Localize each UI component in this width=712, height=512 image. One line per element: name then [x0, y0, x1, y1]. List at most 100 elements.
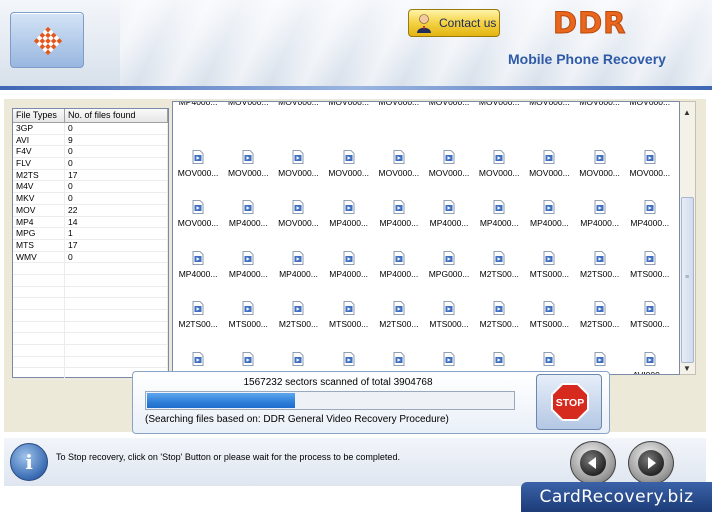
file-name: MTS000... [630, 268, 670, 279]
file-item[interactable]: MTS000... [524, 299, 574, 350]
video-file-icon [493, 301, 505, 315]
file-item[interactable]: MTS000... [625, 299, 675, 350]
file-item[interactable]: MOV000... [575, 148, 625, 199]
file-item[interactable]: MP4000... [223, 249, 273, 300]
file-item[interactable]: MOV000... [424, 102, 474, 148]
file-item[interactable]: M2TS00... [273, 299, 323, 350]
table-header: File Types No. of files found [13, 109, 168, 123]
file-item[interactable]: MP4000... [424, 198, 474, 249]
file-item[interactable]: MP4000... [625, 198, 675, 249]
file-item[interactable]: MP4000... [324, 198, 374, 249]
file-name: AVI000... [632, 369, 667, 375]
file-item[interactable]: MP4000... [374, 198, 424, 249]
file-name: M2TS00... [479, 268, 519, 279]
file-item[interactable]: MOV000... [173, 198, 223, 249]
file-item[interactable]: MOV000... [223, 101, 273, 148]
file-item[interactable]: MOV000... [223, 148, 273, 199]
file-item[interactable]: MTS000... [424, 299, 474, 350]
file-item[interactable]: MOV000... [625, 148, 675, 199]
file-item[interactable]: MOV000... [324, 101, 374, 148]
video-file-icon [242, 351, 254, 366]
file-name: MTS000... [429, 319, 469, 329]
checker-logo-icon [34, 27, 62, 55]
info-icon[interactable]: i [10, 443, 48, 481]
video-file-icon [343, 301, 355, 315]
back-button[interactable] [570, 441, 616, 485]
file-item[interactable]: MP4000... [173, 102, 223, 148]
file-item[interactable]: MOV000... [273, 101, 323, 148]
table-row[interactable]: FLV 0 [13, 158, 168, 170]
file-item[interactable]: MP4000... [374, 249, 424, 300]
found-files-view[interactable]: MP4000... MOV000... MOV000... MOV000... MOV0… [172, 101, 680, 375]
file-item[interactable]: MP4000... [273, 249, 323, 300]
video-file-icon [443, 351, 455, 366]
table-row[interactable]: MKV 0 [13, 193, 168, 205]
file-item[interactable]: MP4000... [474, 198, 524, 249]
files-found-cell: 0 [65, 146, 168, 158]
file-item[interactable]: MOV000... [474, 148, 524, 199]
stop-button[interactable]: STOP [536, 374, 602, 430]
file-item[interactable]: MTS000... [223, 299, 273, 350]
file-item[interactable]: AVI000... [625, 350, 675, 375]
empty-table-row [13, 321, 168, 334]
header: Contact us DDR Mobile Phone Recovery [0, 0, 712, 90]
file-item[interactable]: MTS000... [524, 249, 574, 300]
table-row[interactable]: AVI 9 [13, 134, 168, 147]
file-item[interactable]: MOV000... [273, 148, 323, 199]
file-item[interactable]: M2TS00... [173, 299, 223, 350]
file-item[interactable]: MOV000... [424, 148, 474, 199]
file-item[interactable]: M2TS00... [374, 299, 424, 350]
table-row[interactable]: WMV 0 [13, 251, 168, 264]
scroll-thumb[interactable]: ≡ [681, 197, 694, 363]
file-item[interactable]: MTS000... [324, 299, 374, 350]
stop-label: STOP [556, 397, 584, 409]
file-item[interactable]: MOV000... [374, 102, 424, 148]
file-item[interactable]: MOV000... [575, 101, 625, 148]
file-item[interactable]: MP4000... [575, 198, 625, 249]
file-item[interactable]: MOV000... [524, 102, 574, 148]
scroll-down-icon[interactable]: ▼ [683, 364, 691, 373]
file-item[interactable]: MOV000... [625, 102, 675, 148]
table-row[interactable]: M2TS 17 [13, 169, 168, 182]
table-row[interactable]: F4V 0 [13, 146, 168, 159]
file-item[interactable]: MPG000... [424, 249, 474, 300]
file-name: MOV000... [227, 101, 269, 107]
file-item[interactable]: M2TS00... [575, 299, 625, 350]
file-item[interactable]: MOV000... [474, 102, 524, 148]
product-title: Mobile Phone Recovery [508, 51, 666, 67]
file-item[interactable]: MOV000... [524, 148, 574, 199]
progress-bar [145, 391, 515, 410]
next-button[interactable] [628, 441, 674, 485]
file-name: MOV000... [328, 167, 369, 178]
table-row[interactable]: MPG 1 [13, 228, 168, 240]
file-name: MOV000... [529, 167, 570, 178]
file-item[interactable]: MTS000... [625, 249, 675, 300]
file-name: MOV000... [579, 101, 620, 107]
table-row[interactable]: M4V 0 [13, 181, 168, 194]
table-row[interactable]: MP4 14 [13, 216, 168, 229]
contact-us-button[interactable]: Contact us [408, 9, 500, 37]
column-header-file-types[interactable]: File Types [13, 109, 65, 122]
file-item[interactable]: MP4000... [324, 249, 374, 300]
file-item[interactable]: MP4000... [173, 249, 223, 300]
file-item[interactable]: MOV000... [273, 198, 323, 249]
file-item[interactable]: MOV000... [374, 148, 424, 199]
file-item[interactable]: M2TS00... [575, 249, 625, 300]
file-item[interactable]: MP4000... [524, 198, 574, 249]
files-scrollbar[interactable]: ▲ ≡ ▼ [680, 101, 696, 375]
file-item[interactable]: M2TS00... [474, 299, 524, 350]
table-row[interactable]: MOV 22 [13, 204, 168, 217]
file-item[interactable]: MOV000... [324, 148, 374, 199]
file-name: MOV000... [278, 101, 319, 107]
file-item[interactable]: MP4000... [223, 198, 273, 249]
table-row[interactable]: 3GP 0 [13, 123, 168, 135]
file-type-cell: MP4 [13, 216, 65, 228]
scroll-up-icon[interactable]: ▲ [683, 108, 691, 117]
files-found-cell: 0 [65, 251, 168, 263]
file-name: MOV000... [227, 167, 269, 178]
file-item[interactable]: MOV000... [173, 148, 223, 199]
file-item[interactable]: M2TS00... [474, 249, 524, 300]
file-name: MOV000... [328, 101, 369, 107]
table-row[interactable]: MTS 17 [13, 239, 168, 252]
column-header-files-found[interactable]: No. of files found [65, 109, 168, 122]
